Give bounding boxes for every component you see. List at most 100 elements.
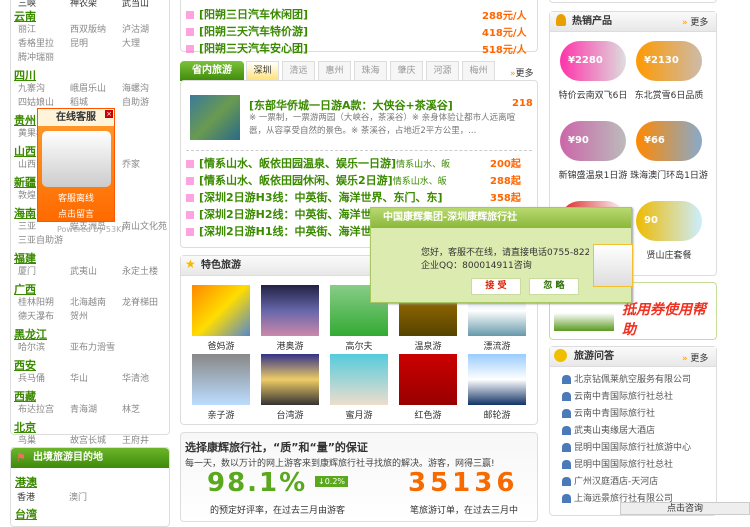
tab-2[interactable]: 惠州 (318, 61, 351, 80)
region-taiwan[interactable]: 台湾 (15, 506, 37, 522)
special-caption[interactable]: 港奥游 (261, 339, 319, 352)
qa-item[interactable]: 昆明中国国际旅行社旅游中心 (562, 440, 691, 453)
city[interactable]: 乔家 (122, 157, 140, 170)
tab-4[interactable]: 肇庆 (390, 61, 423, 80)
close-icon[interactable]: × (105, 110, 113, 118)
city[interactable]: 鸟巢 (18, 433, 36, 446)
more-link[interactable]: »更多 (510, 66, 534, 79)
service-offline[interactable]: 客服离线 (38, 191, 114, 204)
city[interactable]: 三亚自助游 (18, 233, 63, 246)
city[interactable]: 武当山 (122, 0, 149, 9)
hot-product-name[interactable]: 东北赏雪6日品质 (630, 88, 708, 101)
city[interactable]: 德天瀑布 (18, 309, 54, 322)
special-caption[interactable]: 漂流游 (468, 339, 526, 352)
tab-6[interactable]: 梅州 (462, 61, 495, 80)
tab-5[interactable]: 河源 (426, 61, 459, 80)
city[interactable]: 南山文化苑 (122, 219, 167, 232)
city[interactable]: 厦门 (18, 264, 36, 277)
special-image[interactable] (192, 285, 250, 336)
city[interactable]: 四姑娘山 (18, 95, 54, 108)
city[interactable]: 布达拉宫 (18, 402, 54, 415)
city[interactable]: 澳门 (69, 490, 87, 503)
city[interactable]: 丽江 (18, 22, 36, 35)
consult-button[interactable]: 点击咨询 (620, 502, 750, 515)
tab-3[interactable]: 珠海 (354, 61, 387, 80)
qa-item[interactable]: 昆明中国国际旅行社总社 (562, 457, 673, 470)
qa-more-link[interactable]: » 更多 (682, 351, 708, 364)
special-image[interactable] (192, 354, 250, 405)
special-caption[interactable]: 温泉游 (399, 339, 457, 352)
ignore-button[interactable]: 忽 略 (529, 278, 579, 295)
city[interactable]: 九寨沟 (18, 81, 45, 94)
city[interactable]: 亚布力滑雪 (70, 340, 115, 353)
outbound-title: 出境旅游目的地 (11, 448, 169, 468)
city[interactable]: 腾冲瑞丽 (18, 50, 54, 63)
city[interactable]: 永定土楼 (122, 264, 158, 277)
city[interactable]: 敦煌 (18, 188, 36, 201)
hot-product-name[interactable]: 珠海澳门环岛1日游 (630, 168, 708, 181)
city[interactable]: 香港 (17, 490, 35, 503)
route-link[interactable]: [深圳2日游H3线：中英街、海洋世界、东门、东] (186, 189, 443, 205)
hot-product-name[interactable]: 特价云南双飞6日 (554, 88, 632, 101)
route-link[interactable]: [阳朔三天汽车特价游] (186, 23, 308, 39)
city[interactable]: 贺州 (70, 309, 88, 322)
city[interactable]: 山西 (18, 157, 36, 170)
qa-item[interactable]: 云南中青国际旅行社 (562, 406, 655, 419)
city[interactable]: 王府井 (122, 433, 149, 446)
city[interactable]: 华清池 (122, 371, 149, 384)
city[interactable]: 西双版纳 (70, 22, 106, 35)
special-caption[interactable]: 红色游 (399, 408, 457, 421)
city[interactable]: 北海越南 (70, 295, 106, 308)
special-caption[interactable]: 邮轮游 (468, 408, 526, 421)
city[interactable]: 大理 (122, 36, 140, 49)
special-image[interactable] (261, 285, 319, 336)
special-caption[interactable]: 高尔夫 (330, 339, 388, 352)
route-link[interactable]: [情系山水、皈依田园温泉、娱乐一日游]情系山水、皈 (186, 155, 450, 171)
accept-button[interactable]: 接 受 (471, 278, 521, 295)
city[interactable]: 林芝 (122, 402, 140, 415)
tab-0[interactable]: 深圳 (246, 61, 279, 80)
bullet-icon (186, 160, 194, 168)
city[interactable]: 华山 (70, 371, 88, 384)
city[interactable]: 龙脊梯田 (122, 295, 158, 308)
city[interactable]: 神农架 (70, 0, 97, 9)
city[interactable]: 武夷山 (70, 264, 97, 277)
city[interactable]: 桂林阳朔 (18, 295, 54, 308)
special-image[interactable] (261, 354, 319, 405)
route-link[interactable]: [情系山水、皈依田园休闲、娱乐2日游]情系山水、皈 (186, 172, 447, 188)
special-caption[interactable]: 亲子游 (192, 408, 250, 421)
route-link[interactable]: [阳朔三天汽车安心团] (186, 40, 308, 56)
region-gangao[interactable]: 港澳 (15, 474, 37, 490)
city[interactable]: 泸沽湖 (122, 22, 149, 35)
city[interactable]: 昆明 (70, 36, 88, 49)
qa-item[interactable]: 武夷山夷缘居大酒店 (562, 423, 655, 436)
tab-1[interactable]: 清远 (282, 61, 315, 80)
city[interactable]: 故宫长城 (70, 433, 106, 446)
route-link[interactable]: [阳朔三日汽车休闲团] (186, 6, 308, 22)
special-image[interactable] (330, 354, 388, 405)
qa-item[interactable]: 广州汉庭酒店-天河店 (562, 474, 658, 487)
special-image[interactable] (399, 354, 457, 405)
leave-message-button[interactable]: 点击留言 (38, 207, 114, 220)
promo-title: 选择康辉旅行社，“质”和“量”的保证 (185, 441, 368, 454)
city[interactable]: 海螺沟 (122, 81, 149, 94)
city[interactable]: 香格里拉 (18, 36, 54, 49)
hot-more-link[interactable]: » 更多 (682, 15, 708, 28)
city[interactable]: 稻城 (70, 95, 88, 108)
featured-title[interactable]: [东部华侨城一日游A款：大侠谷+茶溪谷] (249, 97, 453, 113)
hot-product-name[interactable]: 贤山庄套餐 (630, 248, 708, 261)
special-caption[interactable]: 台湾游 (261, 408, 319, 421)
special-caption[interactable]: 爸妈游 (192, 339, 250, 352)
special-image[interactable] (468, 354, 526, 405)
qa-item[interactable]: 云南中青国际旅行社总社 (562, 389, 673, 402)
city[interactable]: 自助游 (122, 95, 149, 108)
qa-item[interactable]: 北京钻佩莱航空服务有限公司 (562, 372, 691, 385)
city[interactable]: 三亚 (18, 219, 36, 232)
city[interactable]: 峨眉乐山 (70, 81, 106, 94)
city[interactable]: 青海湖 (70, 402, 97, 415)
special-caption[interactable]: 蜜月游 (330, 408, 388, 421)
city[interactable]: 哈尔滨 (18, 340, 45, 353)
featured-image[interactable] (190, 95, 240, 140)
hot-product-name[interactable]: 新锦盛温泉1日游 (554, 168, 632, 181)
city[interactable]: 兵马俑 (18, 371, 45, 384)
